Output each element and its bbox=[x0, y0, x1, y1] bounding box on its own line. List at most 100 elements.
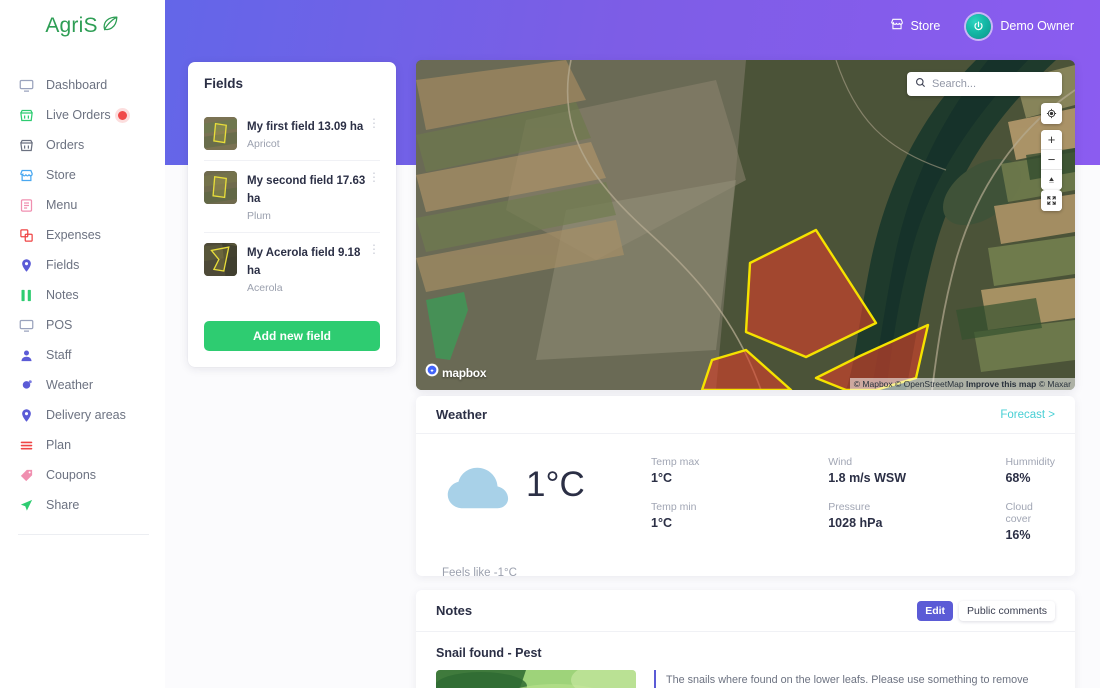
sidebar-label: Staff bbox=[46, 348, 71, 362]
weather-current: 1°C bbox=[436, 456, 651, 558]
notes-bars-icon bbox=[18, 287, 34, 303]
send-icon bbox=[18, 497, 34, 513]
sidebar-item-menu[interactable]: Menu bbox=[0, 190, 165, 220]
map-pin-icon bbox=[18, 257, 34, 273]
field-crop: Apricot bbox=[247, 138, 368, 150]
geolocate-icon[interactable] bbox=[1041, 104, 1062, 124]
map-geolocate-button[interactable] bbox=[1041, 103, 1062, 124]
zoom-out-button[interactable]: − bbox=[1041, 150, 1062, 170]
compass-icon[interactable] bbox=[1041, 170, 1062, 190]
topbar-store-button[interactable]: Store bbox=[890, 17, 940, 36]
sidebar-label: Orders bbox=[46, 138, 84, 152]
weather-panel: Weather Forecast > 1°C Temp max 1°C bbox=[416, 396, 1075, 576]
topbar: Store Demo Owner bbox=[165, 0, 1100, 52]
note-text-wrapper: The snails where found on the lower leaf… bbox=[654, 670, 1055, 688]
plan-lines-icon bbox=[18, 437, 34, 453]
sidebar-item-orders[interactable]: Orders bbox=[0, 130, 165, 160]
mapbox-logo-icon bbox=[425, 363, 442, 382]
mapbox-logo[interactable]: mapbox bbox=[425, 363, 486, 382]
list-item[interactable]: My first field 13.09 ha Apricot ⋮ bbox=[204, 107, 380, 161]
monitor-icon bbox=[18, 77, 34, 93]
list-item[interactable]: My second field 17.63 ha Plum ⋮ bbox=[204, 161, 380, 233]
metric-label: Cloud cover bbox=[1005, 501, 1060, 525]
metric-value: 16% bbox=[1005, 528, 1060, 542]
note-entry-title: Snail found - Pest bbox=[436, 646, 1055, 660]
note-entry-text: The snails where found on the lower leaf… bbox=[666, 674, 1029, 688]
sidebar-item-share[interactable]: Share bbox=[0, 490, 165, 520]
sidebar-item-live-orders[interactable]: Live Orders bbox=[0, 100, 165, 130]
map-attribution: © Mapbox © OpenStreetMap Improve this ma… bbox=[850, 378, 1075, 390]
sidebar-item-weather[interactable]: Weather bbox=[0, 370, 165, 400]
sidebar-label: Share bbox=[46, 498, 79, 512]
metric-value: 1°C bbox=[651, 516, 828, 530]
metric-value: 1°C bbox=[651, 471, 828, 485]
weather-body: 1°C Temp max 1°C Temp min 1°C Wind bbox=[416, 434, 1075, 558]
tab-public-comments[interactable]: Public comments bbox=[959, 601, 1055, 621]
basket-icon bbox=[18, 137, 34, 153]
sidebar-item-plan[interactable]: Plan bbox=[0, 430, 165, 460]
notes-tabs: Edit Public comments bbox=[917, 601, 1055, 621]
field-thumbnail bbox=[204, 117, 237, 150]
weather-metrics: Temp max 1°C Temp min 1°C Wind 1.8 m/s W… bbox=[651, 456, 1061, 558]
weather-metric-column: Hummidity 68% Cloud cover 16% bbox=[1005, 456, 1060, 558]
topbar-user-label: Demo Owner bbox=[1000, 19, 1074, 33]
map-satellite-image bbox=[416, 60, 1075, 390]
sidebar-item-store[interactable]: Store bbox=[0, 160, 165, 190]
sidebar-item-notes[interactable]: Notes bbox=[0, 280, 165, 310]
user-icon bbox=[18, 347, 34, 363]
live-orders-badge-dot bbox=[118, 111, 127, 120]
map-view[interactable]: + − mapbox © Mapbox © OpenStreetMap Impr… bbox=[416, 60, 1075, 390]
brand-logo[interactable]: AgriS bbox=[0, 0, 165, 52]
list-item[interactable]: My Acerola field 9.18 ha Acerola ⋮ bbox=[204, 233, 380, 304]
weather-metric: Cloud cover 16% bbox=[1005, 501, 1060, 542]
field-name: My first field 13.09 ha bbox=[247, 121, 363, 133]
sidebar-item-dashboard[interactable]: Dashboard bbox=[0, 70, 165, 100]
map-zoom-controls[interactable]: + − bbox=[1041, 130, 1062, 190]
kebab-menu-icon[interactable]: ⋮ bbox=[368, 243, 380, 255]
sidebar-label: Menu bbox=[46, 198, 77, 212]
metric-label: Pressure bbox=[828, 501, 1005, 513]
weather-metric: Temp min 1°C bbox=[651, 501, 828, 530]
map-attribution-post: © Maxar bbox=[1036, 379, 1071, 389]
kebab-menu-icon[interactable]: ⋮ bbox=[368, 171, 380, 183]
zoom-in-button[interactable]: + bbox=[1041, 130, 1062, 150]
weather-icon bbox=[18, 377, 34, 393]
receipt-icon bbox=[18, 227, 34, 243]
topbar-user-menu[interactable]: Demo Owner bbox=[966, 14, 1074, 39]
metric-value: 1.8 m/s WSW bbox=[828, 471, 1005, 485]
sidebar-label: POS bbox=[46, 318, 72, 332]
cloud-icon bbox=[444, 464, 510, 516]
sidebar-item-expenses[interactable]: Expenses bbox=[0, 220, 165, 250]
field-thumbnail bbox=[204, 171, 237, 204]
weather-metric: Wind 1.8 m/s WSW bbox=[828, 456, 1005, 485]
add-new-field-button[interactable]: Add new field bbox=[204, 321, 380, 351]
shop-icon bbox=[18, 167, 34, 183]
map-search-box[interactable] bbox=[907, 72, 1062, 96]
map-fullscreen-button[interactable] bbox=[1041, 190, 1062, 211]
tab-edit[interactable]: Edit bbox=[917, 601, 953, 621]
forecast-link[interactable]: Forecast > bbox=[1000, 409, 1055, 421]
sidebar-item-coupons[interactable]: Coupons bbox=[0, 460, 165, 490]
sidebar-item-pos[interactable]: POS bbox=[0, 310, 165, 340]
sidebar-item-staff[interactable]: Staff bbox=[0, 340, 165, 370]
metric-label: Temp max bbox=[651, 456, 828, 468]
sidebar-label: Dashboard bbox=[46, 78, 107, 92]
tag-icon bbox=[18, 467, 34, 483]
kebab-menu-icon[interactable]: ⋮ bbox=[368, 117, 380, 129]
sidebar-item-fields[interactable]: Fields bbox=[0, 250, 165, 280]
sidebar-label: Notes bbox=[46, 288, 79, 302]
fullscreen-icon[interactable] bbox=[1041, 191, 1062, 211]
sidebar-item-delivery-areas[interactable]: Delivery areas bbox=[0, 400, 165, 430]
map-search-input[interactable] bbox=[932, 78, 1054, 90]
notes-body: Snail found - Pest The snails where foun… bbox=[416, 632, 1075, 688]
field-crop: Plum bbox=[247, 210, 368, 222]
field-info: My second field 17.63 ha Plum bbox=[247, 171, 368, 222]
improve-this-map-link[interactable]: Improve this map bbox=[966, 379, 1036, 389]
notes-panel: Notes Edit Public comments Snail found -… bbox=[416, 590, 1075, 688]
avatar bbox=[966, 14, 991, 39]
field-thumbnail bbox=[204, 243, 237, 276]
metric-label: Temp min bbox=[651, 501, 828, 513]
sidebar: AgriS Dashboard Live Orders bbox=[0, 0, 165, 688]
search-icon bbox=[915, 75, 932, 93]
leaf-icon bbox=[101, 14, 120, 38]
